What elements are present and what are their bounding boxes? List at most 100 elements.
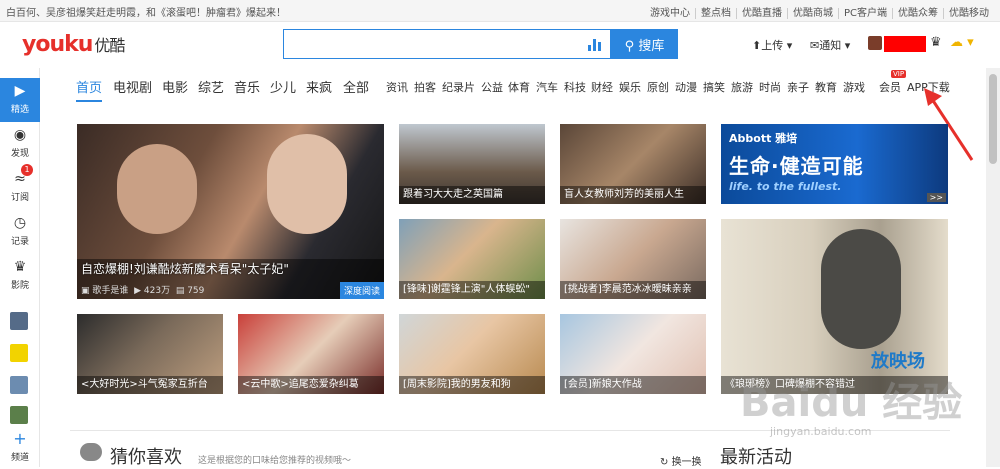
top-link-live[interactable]: 优酷直播 <box>735 8 787 19</box>
hero-owner[interactable]: 歌手是谁 <box>92 286 128 296</box>
nav-tv[interactable]: 电视剧 <box>113 77 152 96</box>
top-link-hourly[interactable]: 整点档 <box>694 8 736 19</box>
nav-finance[interactable]: 财经 <box>591 79 613 95</box>
ad-next-button[interactable]: >> <box>926 193 946 202</box>
play-icon: ▶ <box>14 83 26 99</box>
nav-news[interactable]: 资讯 <box>386 79 408 95</box>
avatar[interactable] <box>868 36 882 50</box>
video-tile[interactable]: [周末影院]我的男友和狗 <box>399 314 545 394</box>
sidebar-channels[interactable]: + 频道 <box>0 426 40 466</box>
top-link-game-center[interactable]: 游戏中心 <box>645 8 695 19</box>
nav-documentary[interactable]: 纪录片 <box>442 79 475 95</box>
video-tile[interactable]: <大好时光>斗气冤家互折台 <box>77 314 223 394</box>
bar-chart-icon[interactable] <box>588 37 602 51</box>
logo-cn: 优酷 <box>94 36 125 55</box>
search-input[interactable] <box>283 29 611 59</box>
nav-kids[interactable]: 少儿 <box>270 77 296 96</box>
top-news-link[interactable]: 白百何、吴彦祖爆笑赶走明霞，和《滚蛋吧！肿瘤君》爆起来！ <box>6 4 286 19</box>
vip-badge: VIP <box>891 70 907 78</box>
sidebar-item-history[interactable]: ◷ 记录 <box>0 210 40 254</box>
nav-tech[interactable]: 科技 <box>564 79 586 95</box>
video-tile[interactable]: 盲人女教师刘芳的美丽人生 <box>560 124 706 204</box>
hero-person-image <box>267 134 347 234</box>
top-link-mall[interactable]: 优酷商城 <box>786 8 838 19</box>
video-tile[interactable]: [锋味]谢霆锋上演"人体蜈蚣" <box>399 219 545 299</box>
ad-slogan: 生命·健造可能 <box>729 154 864 178</box>
poster-tile[interactable]: 放映场 《琅琊榜》口碑爆棚不容错过 <box>721 219 948 394</box>
nav-movie[interactable]: 电影 <box>162 77 188 96</box>
search-button-label: 搜库 <box>638 38 665 54</box>
poster-person-image <box>821 229 901 349</box>
subscription-avatar[interactable] <box>10 376 28 394</box>
vip-crown-icon[interactable]: ♛ <box>930 35 942 50</box>
video-tile[interactable]: [会员]新娘大作战 <box>560 314 706 394</box>
plus-icon: + <box>13 429 27 448</box>
search-button[interactable]: ⚲ 搜库 <box>611 29 678 59</box>
sidebar-item-label: 记录 <box>10 237 29 247</box>
nav-music[interactable]: 音乐 <box>234 77 260 96</box>
video-tile-caption: 盲人女教师刘芳的美丽人生 <box>560 186 706 204</box>
nav-funny[interactable]: 搞笑 <box>703 79 725 95</box>
subscription-avatar[interactable] <box>10 406 28 424</box>
subscription-avatar[interactable] <box>10 344 28 362</box>
hero-video-tile[interactable]: 自恋爆棚!刘谦酷炫新魔术看呆"太子妃" ▣ 歌手是谁 ▶ 423万 ▤ 759 … <box>77 124 384 299</box>
hero-title[interactable]: 自恋爆棚!刘谦酷炫新魔术看呆"太子妃" <box>81 260 289 277</box>
sidebar-channels-label: 频道 <box>10 453 29 463</box>
video-tile-caption: [周末影院]我的男友和狗 <box>399 376 545 394</box>
nav-ent[interactable]: 娱乐 <box>619 79 641 95</box>
upload-button[interactable]: ⬆上传 ▾ <box>752 37 792 53</box>
nav-games[interactable]: 游戏 <box>843 79 865 95</box>
heart-icon <box>80 443 102 461</box>
nav-paike[interactable]: 拍客 <box>414 79 436 95</box>
nav-member[interactable]: 会员 <box>879 79 901 95</box>
header: youku 优酷 ⚲ 搜库 ⬆上传 ▾ ✉通知 ▾ ♛ ☁ ▾ <box>0 22 1000 68</box>
nav-auto[interactable]: 汽车 <box>536 79 558 95</box>
hero-tag[interactable]: 深度阅读 <box>339 282 384 299</box>
sidebar-item-featured[interactable]: ▶ 精选 <box>0 78 40 122</box>
video-tile[interactable]: [挑战者]李晨范冰冰暧昧亲亲 <box>560 219 706 299</box>
username-redacted[interactable] <box>884 36 926 52</box>
youku-logo[interactable]: youku 优酷 <box>22 32 125 57</box>
video-tile-caption: <大好时光>斗气冤家互折台 <box>77 376 223 394</box>
nav-education[interactable]: 教育 <box>815 79 837 95</box>
nav-all[interactable]: 全部 <box>343 77 369 96</box>
hero-meta: ▣ 歌手是谁 ▶ 423万 ▤ 759 <box>81 286 205 296</box>
scrollbar-thumb[interactable] <box>989 74 997 164</box>
sidebar-item-discover[interactable]: ◉ 发现 <box>0 122 40 166</box>
top-bar: 白百何、吴彦祖爆笑赶走明霞，和《滚蛋吧！肿瘤君》爆起来！ 游戏中心 整点档 优酷直播… <box>0 0 1000 22</box>
upload-label: 上传 <box>761 39 784 52</box>
sidebar-item-subscribe[interactable]: ≈1 订阅 <box>0 164 40 210</box>
guess-you-like-title: 猜你喜欢 <box>110 447 182 468</box>
nav-parenting[interactable]: 亲子 <box>787 79 809 95</box>
sidebar-item-label: 精选 <box>10 105 29 115</box>
top-links: 游戏中心 整点档 优酷直播 优酷商城 PC客户端 优酷众筹 优酷移动 <box>645 4 994 19</box>
ad-banner[interactable]: Abbott 雅培 生命·健造可能 life. to the fullest. … <box>721 124 948 204</box>
top-link-mobile[interactable]: 优酷移动 <box>943 8 994 19</box>
subscription-avatar[interactable] <box>10 312 28 330</box>
top-link-crowdfund[interactable]: 优酷众筹 <box>892 8 943 19</box>
top-link-pc-client[interactable]: PC客户端 <box>837 8 892 19</box>
video-tile[interactable]: 跟着习大大走之英国篇 <box>399 124 545 204</box>
notify-button[interactable]: ✉通知 ▾ <box>810 37 850 53</box>
nav-laifeng[interactable]: 来疯 <box>306 77 332 96</box>
sidebar-item-label: 发现 <box>10 149 29 159</box>
nav-variety[interactable]: 综艺 <box>198 77 224 96</box>
upload-icon: ⬆ <box>752 39 762 52</box>
nav-charity[interactable]: 公益 <box>481 79 503 95</box>
sidebar-item-cinema[interactable]: ♛ 影院 <box>0 254 40 298</box>
nav-original[interactable]: 原创 <box>647 79 669 95</box>
video-tile-caption: <云中歌>追尾恋爱杂纠葛 <box>238 376 384 394</box>
sidebar-item-label: 订阅 <box>10 193 29 203</box>
nav-anime[interactable]: 动漫 <box>675 79 697 95</box>
nav-home[interactable]: 首页 <box>76 77 103 102</box>
nav-travel[interactable]: 旅游 <box>731 79 753 95</box>
weather-icon[interactable]: ☁ ▾ <box>950 35 974 50</box>
crown-icon: ♛ <box>13 259 27 275</box>
refresh-button[interactable]: ↻ 换一换 <box>660 453 702 468</box>
nav-fashion[interactable]: 时尚 <box>759 79 781 95</box>
scrollbar[interactable] <box>986 68 1000 467</box>
nav-sports[interactable]: 体育 <box>508 79 530 95</box>
video-tile-caption: [会员]新娘大作战 <box>560 376 706 394</box>
video-tile-caption: 跟着习大大走之英国篇 <box>399 186 545 204</box>
video-tile[interactable]: <云中歌>追尾恋爱杂纠葛 <box>238 314 384 394</box>
